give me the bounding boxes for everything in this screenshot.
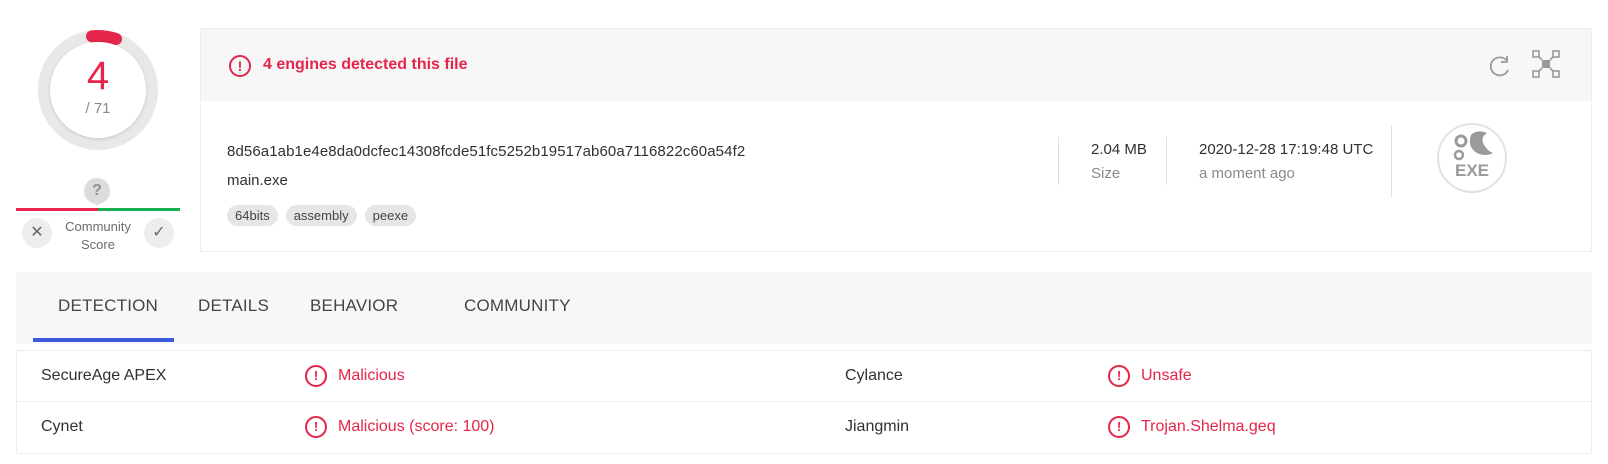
tag[interactable]: peexe (364, 205, 417, 226)
detection-result: Unsafe (1141, 367, 1192, 384)
tab-bar: DETECTION DETAILS BEHAVIOR COMMUNITY (16, 272, 1592, 344)
active-tab-indicator (33, 338, 174, 342)
alert-circle-icon: ! (1108, 365, 1130, 387)
file-hash[interactable]: 8d56a1ab1e4e8da0dcfec14308fcde51fc5252b1… (227, 143, 745, 160)
detection-alert-text: 4 engines detected this file (263, 56, 468, 73)
file-type-label: EXE (1454, 161, 1490, 180)
file-tags: 64bits assembly peexe (227, 205, 417, 226)
community-unknown-icon: ? (84, 178, 110, 206)
community-score-label: Community Score (65, 219, 131, 252)
alert-circle-icon: ! (305, 416, 327, 438)
community-score-bar (16, 208, 180, 212)
graph-summary-icon[interactable] (1531, 49, 1561, 79)
scan-date-relative: a moment ago (1199, 165, 1295, 182)
total-engines: / 71 (85, 100, 111, 117)
engine-name: Cynet (41, 418, 83, 435)
alert-circle-icon: ! (229, 55, 251, 77)
table-row: Cynet ! Malicious (score: 100) Jiangmin … (16, 402, 1592, 454)
detected-count: 4 (86, 54, 110, 98)
downvote-button[interactable]: ✕ (22, 218, 52, 248)
divider (1391, 125, 1392, 197)
engine-name: Jiangmin (845, 418, 910, 435)
exe-file-icon: EXE (1437, 123, 1507, 193)
alert-circle-icon: ! (305, 365, 327, 387)
detection-alert-bar: ! 4 engines detected this file (201, 29, 1591, 101)
alert-circle-icon: ! (1108, 416, 1130, 438)
file-summary-card: ! 4 engines detected this file 8d56a1ab1… (200, 28, 1592, 252)
file-name: main.exe (227, 172, 288, 189)
detection-result: Malicious (score: 100) (338, 418, 495, 435)
tab-community[interactable]: COMMUNITY (464, 296, 571, 316)
scan-date: 2020-12-28 17:19:48 UTC (1199, 141, 1374, 158)
engine-name: Cylance (845, 367, 903, 384)
file-size-value: 2.04 MB (1091, 141, 1147, 158)
check-icon: ✓ (152, 224, 166, 241)
tab-details[interactable]: DETAILS (198, 296, 269, 316)
upvote-button[interactable]: ✓ (144, 218, 174, 248)
close-icon: ✕ (30, 224, 44, 241)
tab-behavior[interactable]: BEHAVIOR (310, 296, 398, 316)
gauge-center: 4 / 71 (50, 42, 146, 138)
file-size-label: Size (1091, 165, 1121, 182)
community-positive-bar (98, 208, 180, 211)
detection-result: Trojan.Shelma.geq (1141, 418, 1276, 435)
engine-name: SecureAge APEX (41, 367, 167, 384)
divider (1058, 137, 1059, 185)
community-negative-bar (16, 208, 98, 211)
table-row: SecureAge APEX ! Malicious Cylance ! Uns… (16, 350, 1592, 402)
tab-detection[interactable]: DETECTION (58, 296, 158, 316)
divider (1166, 137, 1167, 185)
tag[interactable]: 64bits (227, 205, 278, 226)
detection-score-gauge: 4 / 71 (36, 28, 160, 152)
tag[interactable]: assembly (285, 205, 357, 226)
detection-list: SecureAge APEX ! Malicious Cylance ! Uns… (16, 350, 1592, 454)
detection-result: Malicious (338, 367, 405, 384)
refresh-icon[interactable] (1487, 53, 1513, 79)
